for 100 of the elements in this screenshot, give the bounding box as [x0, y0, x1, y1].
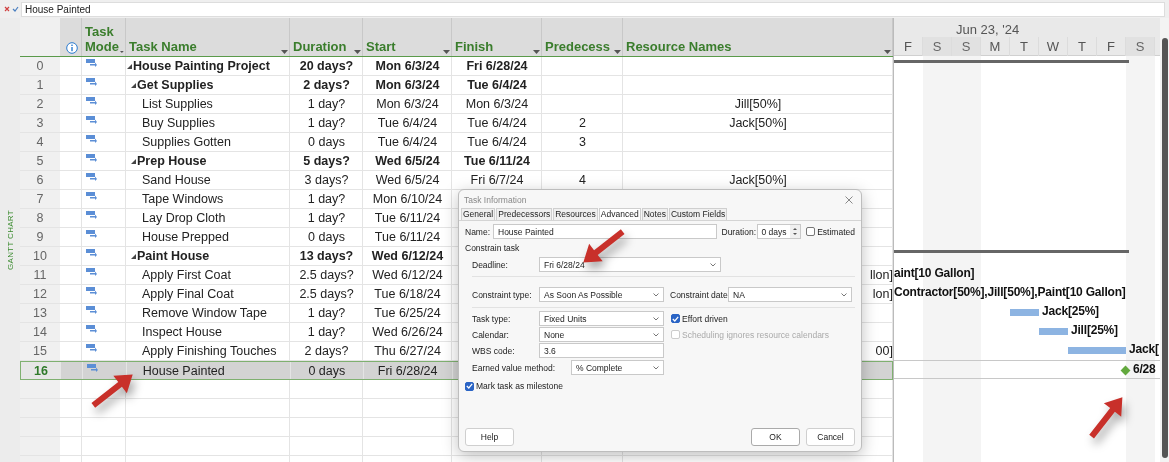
date-cell: Tue 6/4/24: [377, 135, 438, 149]
row-header[interactable]: 16: [21, 362, 61, 379]
spin-field[interactable]: 0 days: [756, 224, 802, 239]
field-label: Duration:: [721, 226, 757, 237]
task-mode-icon: [86, 344, 97, 352]
checkbox[interactable]: [671, 314, 680, 323]
collapse-icon[interactable]: [127, 63, 132, 69]
date-cell: Mon 6/10/24: [372, 192, 443, 206]
dialog-button[interactable]: OK: [751, 428, 800, 446]
row-header[interactable]: 0: [20, 57, 60, 75]
row-header[interactable]: 9: [20, 228, 60, 246]
column-header[interactable]: Task Name: [129, 39, 197, 54]
dialog-tab[interactable]: General: [461, 208, 496, 220]
date-cell: Mon 6/3/24: [375, 59, 440, 73]
dropdown[interactable]: NA: [728, 287, 852, 302]
field-label: Calendar:: [472, 329, 510, 340]
annotation-arrow: [583, 229, 625, 263]
milestone-marker[interactable]: [1120, 365, 1131, 376]
cancel-icon[interactable]: [4, 6, 10, 12]
duration-cell: 2.5 days?: [299, 268, 354, 282]
row-header[interactable]: 13: [20, 304, 60, 322]
entry-field[interactable]: House Painted: [21, 1, 1165, 17]
column-header[interactable]: Resource Names: [626, 39, 732, 54]
checkbox[interactable]: [806, 227, 816, 236]
row-header[interactable]: 1: [20, 76, 60, 94]
task-name: Sand House: [142, 173, 211, 187]
date-cell: Mon 6/3/24: [465, 97, 529, 111]
task-mode-icon: [86, 59, 97, 67]
scrollbar-thumb[interactable]: [1161, 38, 1168, 458]
date-cell: Wed 6/26/24: [372, 325, 443, 339]
date-cell: Tue 6/4/24: [467, 135, 527, 149]
dropdown[interactable]: % Complete: [571, 360, 664, 375]
row-header[interactable]: 3: [20, 114, 60, 132]
resource-cell: Jill[50%]: [734, 97, 782, 111]
column-header[interactable]: Task Mode: [85, 24, 121, 54]
spinner-icon[interactable]: [790, 225, 801, 238]
row-header[interactable]: 11: [20, 266, 60, 284]
resource-label: Contractor[50%],Jill[50%],Paint[10 Gallon]: [894, 285, 1126, 299]
row-header[interactable]: 8: [20, 209, 60, 227]
dialog-button[interactable]: Cancel: [806, 428, 855, 446]
filter-arrow-icon[interactable]: [443, 50, 450, 54]
field-label: Earned value method:: [472, 362, 557, 373]
close-button[interactable]: [845, 194, 853, 206]
dialog-button[interactable]: Help: [465, 428, 514, 446]
filter-arrow-icon[interactable]: [120, 50, 124, 54]
collapse-icon[interactable]: [131, 82, 136, 88]
dropdown[interactable]: None: [539, 327, 664, 342]
dropdown[interactable]: Fri 6/28/24: [539, 257, 721, 272]
duration-cell: 1 day?: [307, 116, 346, 130]
dialog-title: Task Information: [464, 195, 527, 205]
view-label: GANTT CHART: [5, 210, 15, 270]
column-header[interactable]: Start: [366, 39, 396, 54]
dropdown[interactable]: Fixed Units: [539, 311, 664, 326]
task-mode-icon: [86, 249, 97, 257]
date-cell: Tue 6/25/24: [374, 306, 441, 320]
dialog-tab[interactable]: Resources: [553, 208, 598, 220]
row-header[interactable]: 4: [20, 133, 60, 151]
checkbox[interactable]: [465, 381, 474, 391]
row-header[interactable]: 6: [20, 171, 60, 189]
column-header[interactable]: Finish: [455, 39, 494, 54]
task-mode-icon: [86, 173, 97, 181]
row-header[interactable]: 14: [20, 323, 60, 341]
row-header[interactable]: 10: [20, 247, 60, 265]
chevron-icon: [653, 316, 659, 321]
dialog-tab[interactable]: Advanced: [598, 208, 641, 220]
row-header[interactable]: 12: [20, 285, 60, 303]
duration-cell: 1 day?: [307, 306, 346, 320]
task-name: Apply Finishing Touches: [142, 344, 277, 358]
filter-arrow-icon[interactable]: [281, 50, 288, 54]
checkmark-icon: [672, 315, 679, 322]
chevron-icon: [653, 365, 659, 370]
task-name: Inspect House: [142, 325, 222, 339]
chevron-icon: [841, 292, 847, 297]
filter-arrow-icon[interactable]: [884, 50, 891, 54]
dropdown[interactable]: As Soon As Possible: [539, 287, 664, 302]
row-header[interactable]: 5: [20, 152, 60, 170]
row-header[interactable]: 2: [20, 95, 60, 113]
task-name: Apply Final Coat: [142, 287, 234, 301]
filter-arrow-icon[interactable]: [533, 50, 540, 54]
field-label: Task type:: [472, 313, 512, 324]
column-header[interactable]: Predecess: [545, 39, 611, 54]
task-name: Lay Drop Cloth: [142, 211, 226, 225]
date-cell: Tue 6/4/24: [377, 116, 438, 130]
filter-arrow-icon[interactable]: [614, 50, 621, 54]
input-field[interactable]: 3.6: [539, 343, 664, 358]
collapse-icon[interactable]: [131, 253, 136, 259]
row-header[interactable]: 15: [20, 342, 60, 360]
dialog-tab[interactable]: Custom Fields: [668, 208, 728, 220]
task-name: House Painting Project: [133, 59, 270, 73]
column-header[interactable]: Duration: [293, 39, 347, 54]
check-icon[interactable]: [12, 6, 19, 12]
collapse-icon[interactable]: [131, 158, 136, 164]
resource-cell: lon]: [872, 287, 893, 301]
duration-cell: 2 days?: [304, 344, 349, 358]
input-field[interactable]: House Painted: [493, 224, 717, 239]
dialog-tab[interactable]: Predecessors: [496, 208, 553, 220]
dialog-tab[interactable]: Notes: [641, 208, 668, 220]
filter-arrow-icon[interactable]: [354, 50, 361, 54]
task-mode-icon: [86, 287, 97, 295]
row-header[interactable]: 7: [20, 190, 60, 208]
